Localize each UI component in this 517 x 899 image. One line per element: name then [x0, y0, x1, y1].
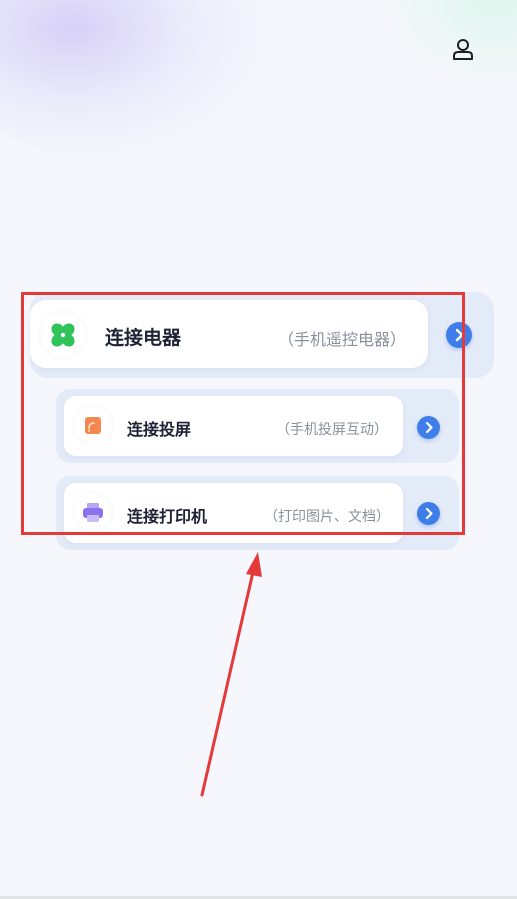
- background-glow-green: [377, 0, 517, 90]
- user-icon[interactable]: [451, 37, 475, 61]
- background-glow-purple: [0, 0, 270, 160]
- annotation-highlight-box: [21, 292, 465, 535]
- app-screen: 连接电器 （手机遥控电器） 连接投屏 （手机投屏互动） 连接打印机 （打印图片、…: [0, 0, 517, 899]
